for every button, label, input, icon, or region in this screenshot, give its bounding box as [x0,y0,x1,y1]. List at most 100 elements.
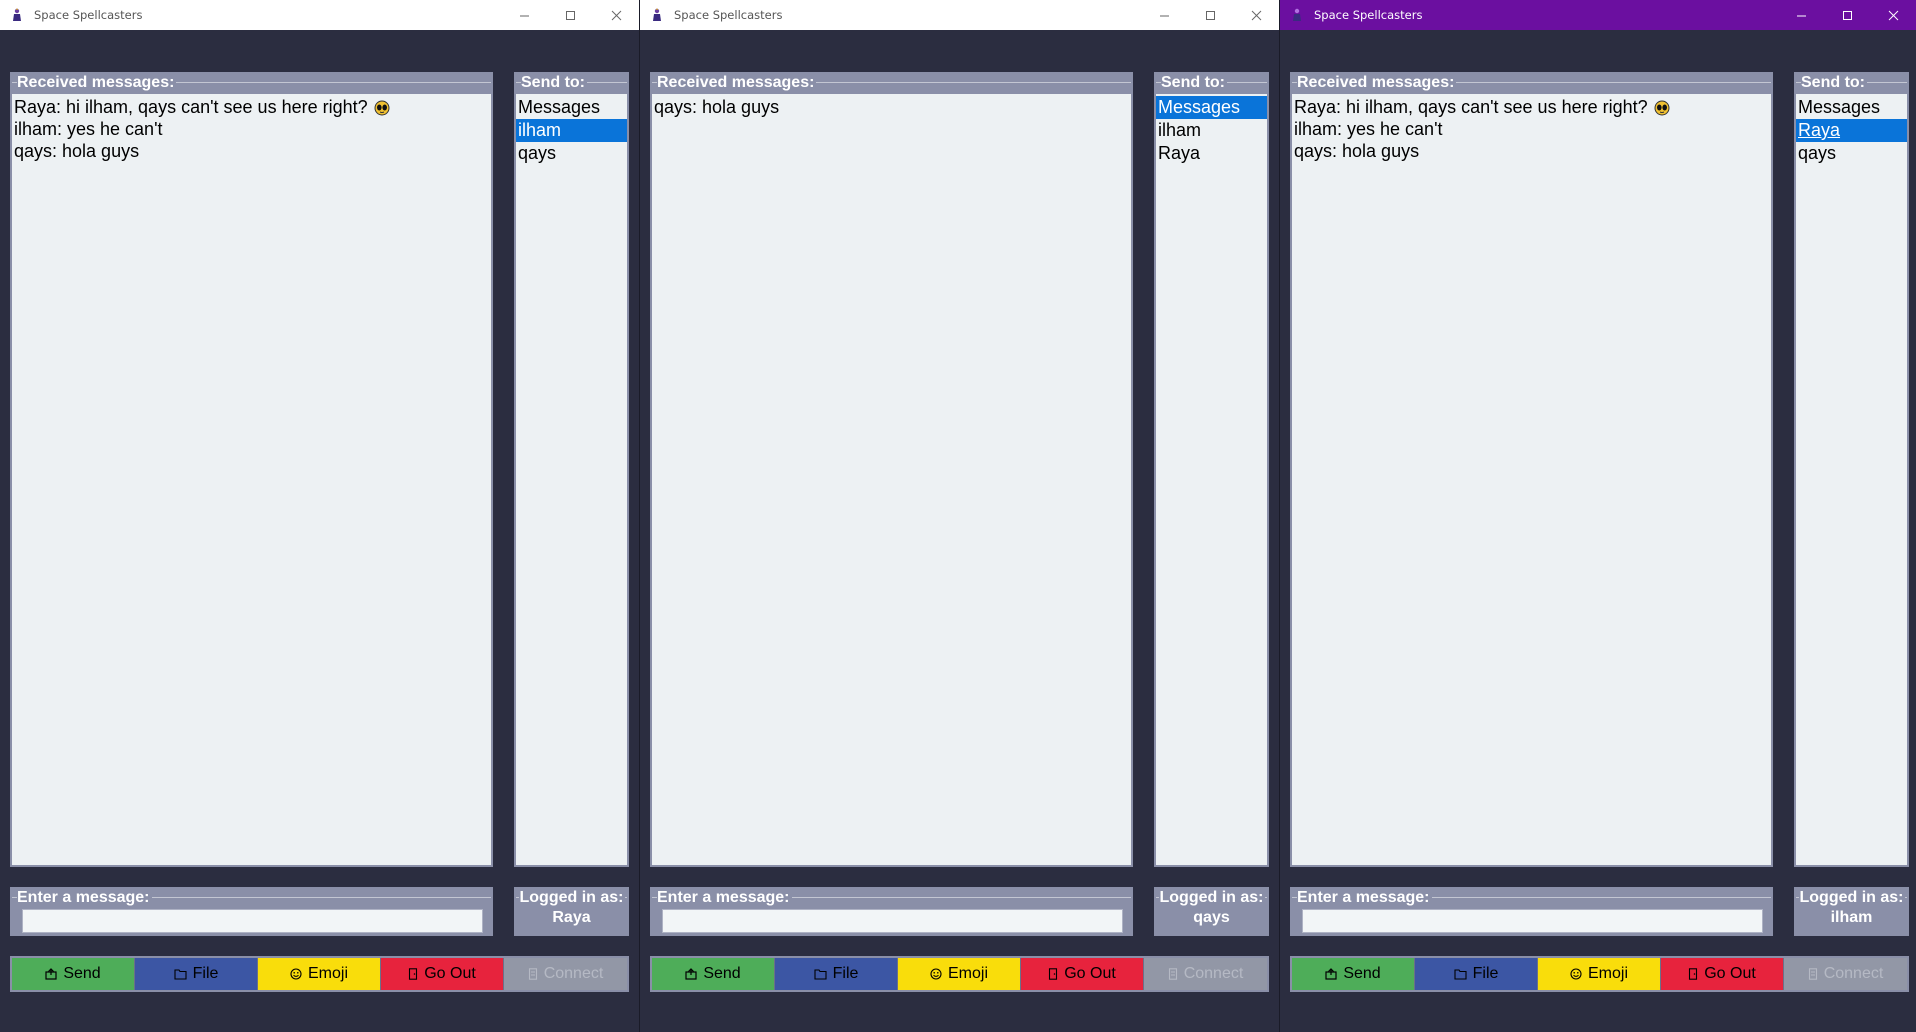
message-item: ilham: yes he can't [1292,118,1771,140]
wizard-app-icon [650,8,664,22]
connect-label: Connect [543,965,604,982]
received-messages-label: Received messages: [657,74,817,92]
title-bar[interactable]: Space Spellcasters [0,0,639,30]
maximize-button[interactable] [547,0,593,30]
recipient-label: ilham [518,120,562,140]
messages-list[interactable]: Raya: hi ilham, qays can't see us here r… [12,94,491,865]
connect-label: Connect [1823,965,1884,982]
logged-in-label: Logged in as: [1798,889,1905,907]
message-item: Raya: hi ilham, qays can't see us here r… [1292,96,1771,118]
send-button[interactable]: Send [12,958,135,990]
file-button[interactable]: File [775,958,898,990]
send-button[interactable]: Send [652,958,775,990]
app-window: Space Spellcasters Received messages: Raya… [0,0,640,1032]
wizard-app-icon [1290,8,1304,22]
message-text: ilham: yes he can't [1294,119,1443,139]
emoji-label: Emoji [1587,965,1628,982]
send-label: Send [703,965,741,982]
go-out-button[interactable]: Go Out [1661,958,1784,990]
connect-icon [1808,968,1824,980]
maximize-icon [565,10,576,21]
recipient-item[interactable]: qays [516,142,627,165]
panel-header: Send to: [516,74,627,94]
minimize-button[interactable] [501,0,547,30]
smiley-icon [930,968,948,980]
recipient-item[interactable]: Raya [1796,119,1907,142]
go-out-button[interactable]: Go Out [381,958,504,990]
file-button[interactable]: File [135,958,258,990]
logged-in-username: ilham [1830,909,1873,926]
message-entry-panel: Enter a message: [10,887,493,936]
close-button[interactable] [1870,0,1916,30]
connect-button[interactable]: Connect [504,958,627,990]
messages-list[interactable]: Raya: hi ilham, qays can't see us here r… [1292,94,1771,865]
connect-icon [1168,968,1184,980]
message-input[interactable] [1302,909,1763,933]
go-out-button[interactable]: Go Out [1021,958,1144,990]
message-input[interactable] [662,909,1123,933]
recipient-list[interactable]: Messages ilham Raya [1156,94,1267,865]
recipient-item[interactable]: qays [1796,142,1907,165]
title-bar[interactable]: Space Spellcasters [1280,0,1916,30]
send-icon [45,968,63,980]
message-text: Raya: hi ilham, qays can't see us here r… [14,97,368,117]
title-bar[interactable]: Space Spellcasters [640,0,1279,30]
received-messages-panel: Received messages: qays: hola guys [650,72,1133,867]
logged-in-panel: Logged in as: ilham [1794,887,1909,936]
recipient-item[interactable]: Raya [1156,142,1267,165]
smiley-icon [1570,968,1588,980]
received-messages-panel: Received messages: Raya: hi ilham, qays c… [10,72,493,867]
messages-list[interactable]: qays: hola guys [652,94,1131,865]
panel-header: Send to: [1156,74,1267,94]
enter-message-label: Enter a message: [17,889,152,907]
door-icon [408,968,424,980]
send-button[interactable]: Send [1292,958,1415,990]
message-entry-panel: Enter a message: [1290,887,1773,936]
maximize-icon [1842,10,1853,21]
panel-header: Received messages: [652,74,1131,94]
panel-header: Received messages: [12,74,491,94]
emoji-button[interactable]: Emoji [898,958,1021,990]
logged-in-username: Raya [552,909,591,926]
logged-in-label: Logged in as: [518,889,625,907]
minimize-button[interactable] [1778,0,1824,30]
desktop: Space Spellcasters Received messages: Raya… [0,0,1916,1032]
send-icon [1325,968,1343,980]
recipient-list[interactable]: Messages Raya qays [1796,94,1907,865]
close-button[interactable] [1233,0,1279,30]
close-icon [1251,10,1262,21]
close-icon [611,10,622,21]
file-label: File [192,965,219,982]
file-label: File [832,965,859,982]
message-input[interactable] [22,909,483,933]
minimize-icon [1796,10,1807,21]
logged-in-username: qays [1193,909,1230,926]
connect-button[interactable]: Connect [1784,958,1907,990]
recipient-list[interactable]: Messages ilham qays [516,94,627,865]
minimize-icon [519,10,530,21]
recipient-item[interactable]: ilham [1156,119,1267,142]
window-title: Space Spellcasters [34,8,143,22]
message-item: ilham: yes he can't [12,118,491,140]
recipient-item[interactable]: Messages [516,96,627,119]
message-text: qays: hola guys [1294,141,1420,161]
emoji-button[interactable]: Emoji [1538,958,1661,990]
close-button[interactable] [593,0,639,30]
logged-in-panel: Logged in as: qays [1154,887,1269,936]
message-item: qays: hola guys [1292,140,1771,162]
minimize-button[interactable] [1141,0,1187,30]
message-text: qays: hola guys [14,141,140,161]
folder-icon [814,968,833,980]
connect-button[interactable]: Connect [1144,958,1267,990]
recipient-item[interactable]: Messages [1156,96,1267,119]
recipient-item[interactable]: ilham [516,119,627,142]
folder-icon [174,968,193,980]
emoji-button[interactable]: Emoji [258,958,381,990]
file-label: File [1472,965,1499,982]
send-to-label: Send to: [1801,74,1867,92]
maximize-button[interactable] [1187,0,1233,30]
file-button[interactable]: File [1415,958,1538,990]
folder-icon [1454,968,1473,980]
maximize-button[interactable] [1824,0,1870,30]
recipient-item[interactable]: Messages [1796,96,1907,119]
